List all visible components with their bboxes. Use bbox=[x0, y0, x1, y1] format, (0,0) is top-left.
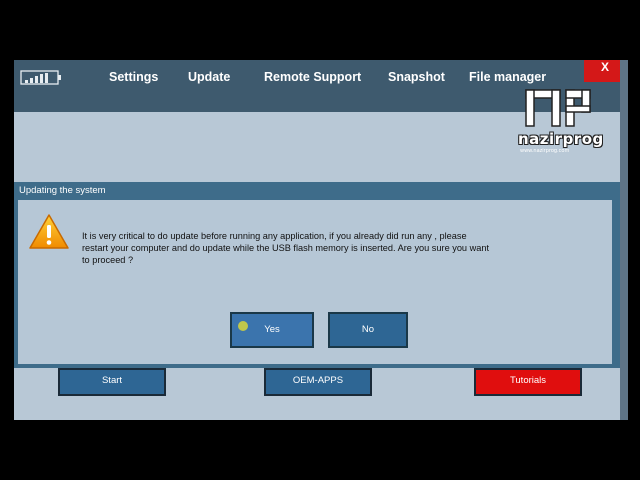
menu-file-manager[interactable]: File manager bbox=[469, 70, 546, 84]
battery-signal-icon bbox=[20, 70, 61, 85]
tutorials-button[interactable]: Tutorials bbox=[474, 368, 582, 396]
np-logo-icon bbox=[525, 89, 591, 127]
no-label: No bbox=[361, 324, 375, 335]
window-edge bbox=[620, 60, 628, 420]
watermark-logo: nazirprog www.nazirprog.com bbox=[518, 88, 618, 154]
menu-settings[interactable]: Settings bbox=[109, 70, 158, 84]
oem-apps-button[interactable]: OEM-APPS bbox=[264, 368, 372, 396]
no-button[interactable]: No bbox=[328, 312, 408, 348]
app-window: Settings Update Remote Support Snapshot … bbox=[14, 60, 628, 420]
yes-button[interactable]: Yes bbox=[230, 312, 314, 348]
dialog-body: It is very critical to do update before … bbox=[18, 200, 612, 364]
watermark-site: www.nazirprog.com bbox=[520, 148, 570, 154]
menu-snapshot[interactable]: Snapshot bbox=[388, 70, 445, 84]
menu-update[interactable]: Update bbox=[188, 70, 230, 84]
warning-icon bbox=[29, 214, 69, 249]
mouse-cursor-icon bbox=[238, 321, 248, 331]
menu-remote-support[interactable]: Remote Support bbox=[264, 70, 361, 84]
update-dialog: Updating the system It is very critical … bbox=[14, 182, 620, 368]
watermark-brand: nazirprog bbox=[518, 130, 604, 148]
dialog-title: Updating the system bbox=[19, 185, 106, 196]
yes-label: Yes bbox=[264, 324, 280, 335]
dialog-message: It is very critical to do update before … bbox=[82, 231, 490, 265]
start-button[interactable]: Start bbox=[58, 368, 166, 396]
